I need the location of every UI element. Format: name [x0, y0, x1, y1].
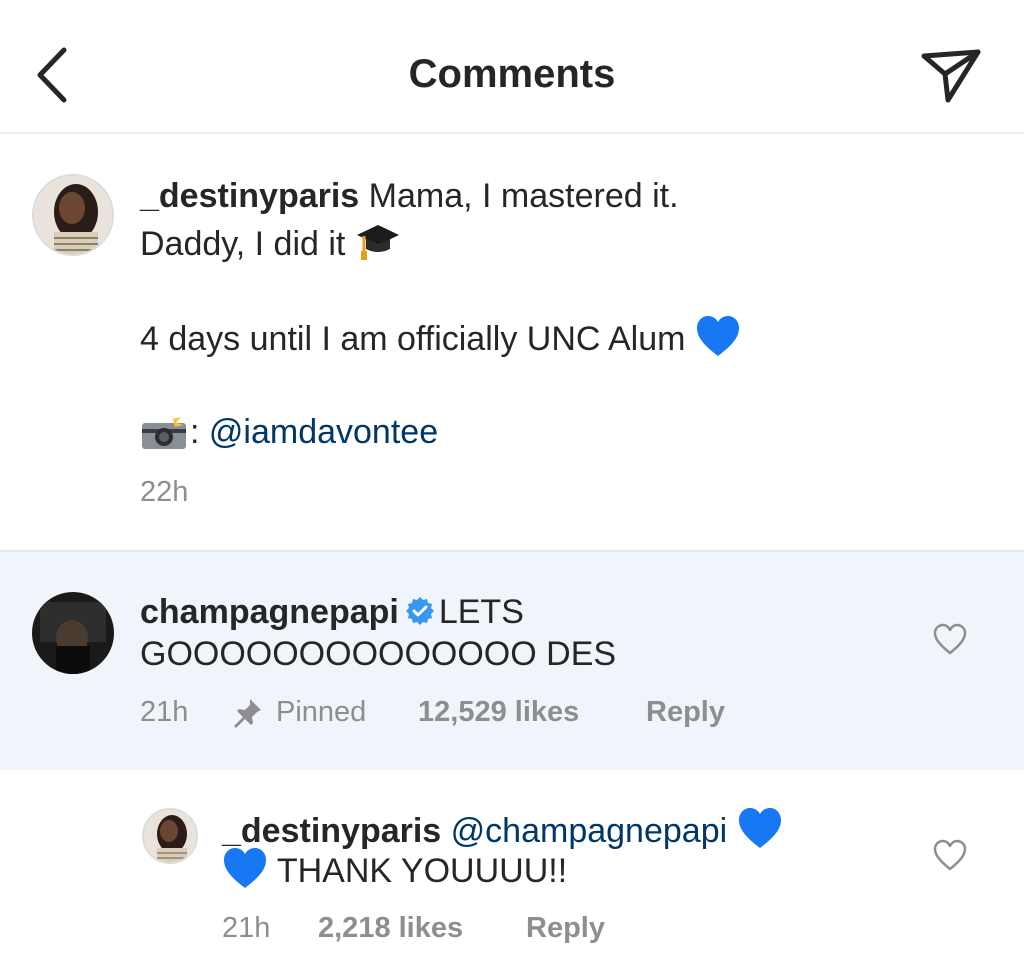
reply-username[interactable]: _destinyparis — [222, 812, 441, 850]
heart-icon — [933, 623, 967, 655]
send-icon — [921, 49, 981, 103]
comment-meta: 21h Pinned 12,529 likes Reply — [0, 696, 1024, 736]
like-button[interactable] — [932, 838, 968, 872]
caption-line-1: _destinyparis Mama, I mastered it. — [140, 172, 679, 220]
reply-time: 21h — [222, 912, 271, 944]
avatar[interactable] — [32, 174, 114, 256]
graduation-cap-emoji — [356, 225, 399, 260]
avatar[interactable] — [32, 592, 114, 674]
comment-text: LETS — [438, 593, 524, 631]
page-title: Comments — [408, 52, 616, 96]
mention-link[interactable]: @iamdavontee — [209, 413, 438, 451]
reply-button[interactable]: Reply — [526, 912, 605, 945]
caption-line-4: : @iamdavontee — [140, 408, 438, 456]
comment-time: 21h — [140, 696, 189, 728]
blue-heart-emoji — [224, 848, 266, 888]
reply-text: THANK YOUUUU!! — [276, 852, 568, 890]
likes-count[interactable]: 12,529 likes — [418, 696, 579, 729]
verified-badge-icon — [405, 597, 434, 625]
header: Comments — [0, 0, 1024, 134]
caption-text: 4 days until I am officially UNC Alum — [140, 320, 686, 358]
caption-line-3: 4 days until I am officially UNC Alum — [140, 314, 741, 363]
comment-text: GOOOOOOOOOOOOOO DES — [140, 635, 617, 673]
pin-icon — [234, 699, 261, 728]
avatar[interactable] — [142, 808, 198, 864]
reply-line-2: THANK YOUUUU!! — [222, 846, 567, 895]
reply-button[interactable]: Reply — [646, 696, 725, 729]
comment-username[interactable]: champagnepapi — [140, 593, 399, 631]
caption-text: Daddy, I did it — [140, 225, 346, 263]
blue-heart-emoji — [738, 808, 781, 848]
caption-line-2: Daddy, I did it — [140, 220, 401, 268]
reply-meta: 21h 2,218 likes Reply — [0, 912, 1024, 952]
comment-line-2: GOOOOOOOOOOOOOO DES — [140, 630, 616, 678]
caption: _destinyparis Mama, I mastered it. Daddy… — [0, 136, 1024, 550]
caption-text: : — [190, 413, 200, 451]
heart-icon — [933, 839, 967, 871]
mention-link[interactable]: @champagnepapi — [451, 812, 727, 850]
share-button[interactable] — [918, 46, 984, 106]
caption-username[interactable]: _destinyparis — [140, 177, 359, 215]
like-button[interactable] — [932, 622, 968, 656]
caption-text: Mama, I mastered it. — [368, 177, 679, 215]
likes-count[interactable]: 2,218 likes — [318, 912, 463, 945]
caption-time: 22h — [140, 476, 189, 508]
camera-flash-emoji — [142, 411, 186, 449]
pinned-comment: champagnepapi LETS GOOOOOOOOOOOOOO DES 2… — [0, 550, 1024, 770]
pinned-label: Pinned — [276, 696, 367, 728]
comment-line-1: champagnepapi LETS — [140, 588, 524, 636]
reply-comment: _destinyparis @champagnepapi THANK YOUUU… — [0, 770, 1024, 977]
blue-heart-emoji — [696, 316, 739, 356]
